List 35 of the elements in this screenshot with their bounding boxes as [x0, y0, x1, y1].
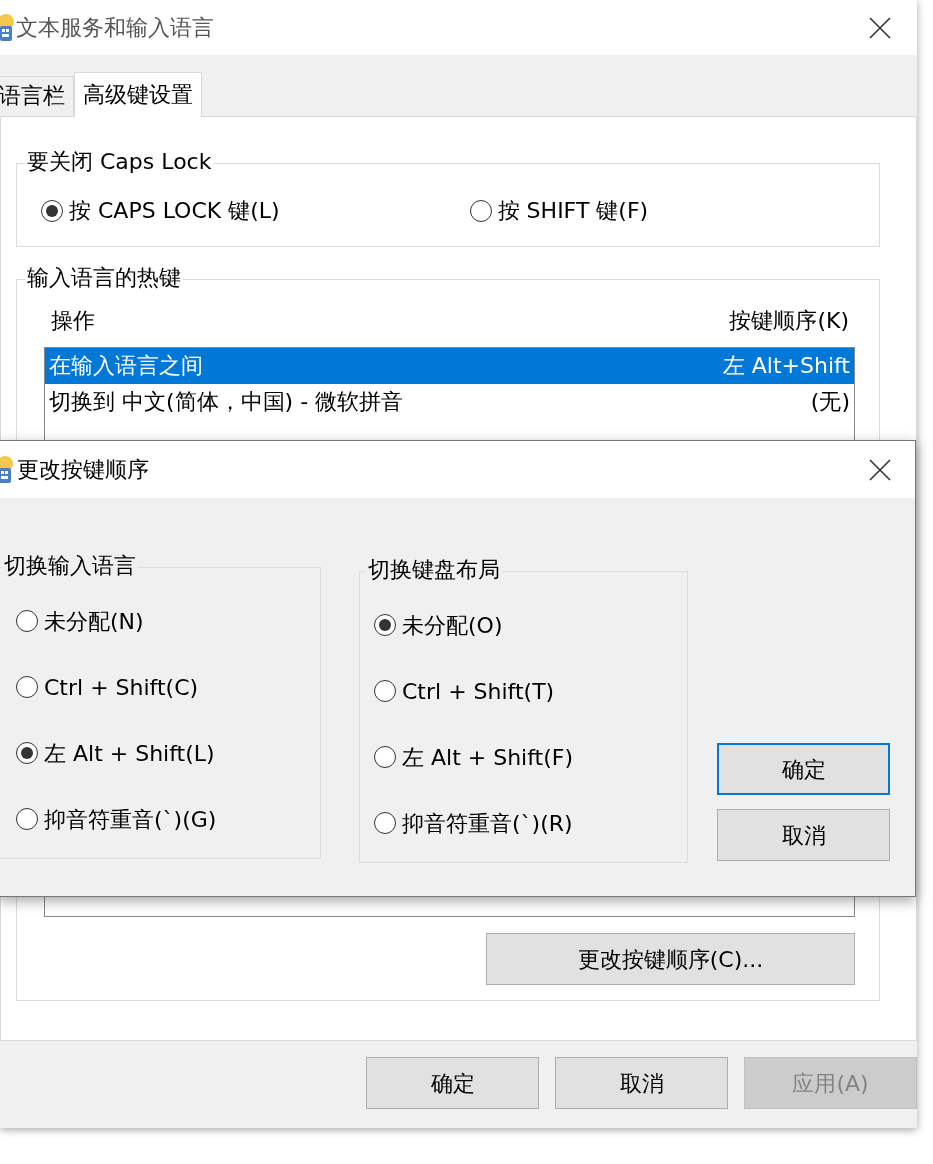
radio-button[interactable]: [16, 808, 38, 830]
column-header: 操作: [51, 307, 95, 335]
radio-button[interactable]: [16, 742, 38, 764]
radio-button[interactable]: [374, 812, 396, 834]
dialog-button[interactable]: 取消: [555, 1057, 728, 1109]
dialog-button[interactable]: 确定: [366, 1057, 539, 1109]
change-sequence-button[interactable]: 更改按键顺序(C)...: [486, 933, 855, 985]
option-label[interactable]: 左 Alt + Shift(F): [402, 740, 574, 774]
close-icon[interactable]: [869, 458, 891, 481]
option-label[interactable]: Ctrl + Shift(C): [44, 670, 199, 704]
radio-button[interactable]: [374, 614, 396, 636]
radio-button[interactable]: [374, 680, 396, 702]
window-title: 文本服务和输入语言: [16, 14, 214, 42]
list-row[interactable]: 在输入语言之间 左 Alt+Shift: [45, 348, 854, 384]
dialog-button: 应用(A): [744, 1057, 917, 1109]
radio-button[interactable]: [41, 199, 63, 222]
tab[interactable]: 高级键设置: [74, 72, 202, 117]
option-label[interactable]: 抑音符重音(`)(R): [402, 806, 573, 840]
radio-button[interactable]: [374, 746, 396, 768]
option-label[interactable]: 左 Alt + Shift(L): [44, 736, 215, 770]
dialog-button[interactable]: 确定: [717, 743, 890, 795]
radio-button[interactable]: [469, 199, 492, 222]
radio-button[interactable]: [16, 676, 38, 698]
option-label[interactable]: 按 SHIFT 键(F): [497, 194, 649, 227]
dialog-button[interactable]: 取消: [717, 809, 890, 861]
option-label[interactable]: 未分配(N): [44, 604, 144, 638]
option-label[interactable]: 抑音符重音(`)(G): [44, 802, 217, 836]
option-label[interactable]: 按 CAPS LOCK 键(L): [69, 194, 280, 227]
option-label[interactable]: 未分配(O): [402, 608, 503, 642]
dialog-title: 更改按键顺序: [17, 456, 149, 484]
close-icon[interactable]: [869, 16, 891, 39]
option-label[interactable]: Ctrl + Shift(T): [402, 674, 555, 708]
list-row[interactable]: 切换到 中文(简体，中国) - 微软拼音 (无): [45, 384, 854, 420]
radio-button[interactable]: [16, 610, 38, 632]
column-header: 按键顺序(K): [729, 307, 849, 335]
